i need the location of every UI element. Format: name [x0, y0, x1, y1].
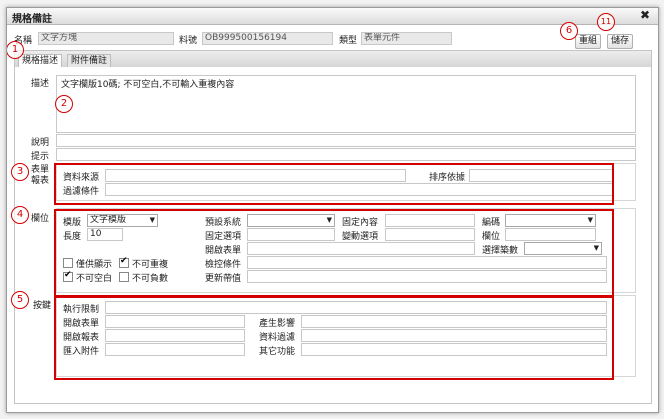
annotation-marker-6: 6: [560, 22, 578, 40]
hint-input[interactable]: [56, 148, 636, 161]
dialog-titlebar: 規格備註 ✖: [7, 8, 658, 25]
report-label: 報表: [31, 176, 50, 186]
save-button[interactable]: 儲存: [607, 34, 634, 49]
type-field[interactable]: 表單元件: [361, 32, 452, 45]
annotation-box-form-report: [54, 163, 614, 205]
annotation-marker-4: 4: [11, 206, 29, 224]
explain-input[interactable]: [56, 134, 636, 147]
reset-button[interactable]: 重組: [575, 34, 602, 49]
tab-attachment-note[interactable]: 附件備註: [67, 54, 112, 68]
description-label: 描述: [31, 79, 50, 89]
code-label: 料號: [179, 36, 198, 46]
field-section-label: 欄位: [31, 214, 50, 224]
description-text: 文字欄版10碼; 不可空白,不可輸入重複內容: [61, 80, 235, 90]
annotation-marker-3: 3: [11, 163, 29, 181]
description-textarea[interactable]: 文字欄版10碼; 不可空白,不可輸入重複內容: [56, 75, 636, 133]
annotation-box-field: [54, 209, 614, 297]
dialog-title: 規格備註: [12, 14, 52, 25]
annotation-marker-1: 1: [7, 41, 24, 59]
code-field[interactable]: OB999500156194: [202, 32, 333, 45]
close-icon[interactable]: ✖: [640, 9, 650, 22]
button-section-label: 按鍵: [33, 301, 52, 311]
annotation-marker-2: 2: [55, 95, 73, 113]
spec-note-dialog: 規格備註 ✖ 名稱 文字方塊 料號 OB999500156194 類型 表單元件…: [6, 7, 659, 413]
explain-label: 說明: [31, 138, 50, 148]
type-label: 類型: [339, 36, 358, 46]
annotation-marker-5: 5: [11, 291, 29, 309]
hint-label: 提示: [31, 152, 50, 162]
annotation-box-buttons: [54, 296, 614, 380]
name-field[interactable]: 文字方塊: [38, 32, 174, 45]
tab-strip: 規格描述 附件備註: [14, 50, 652, 69]
annotation-marker-11: 11: [597, 13, 615, 31]
